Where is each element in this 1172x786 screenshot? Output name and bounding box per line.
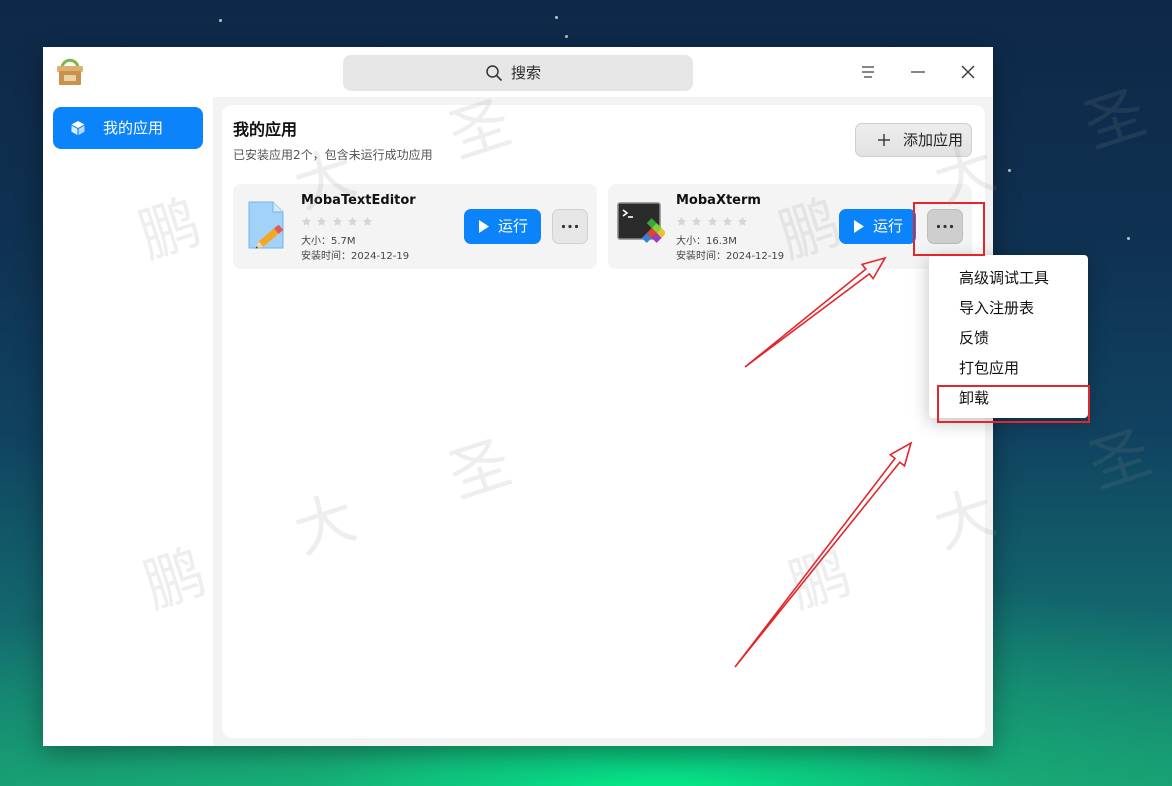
wallpaper-sparkle	[1127, 237, 1130, 240]
watermark-char: 圣	[1075, 77, 1155, 163]
page-subtitle: 已安装应用2个，包含未运行成功应用	[233, 148, 433, 162]
plus-icon	[878, 134, 890, 146]
close-icon	[961, 65, 975, 79]
app-size: 大小：16.3M	[676, 235, 737, 248]
star-icon	[362, 216, 373, 227]
package-box-icon	[57, 58, 83, 85]
add-app-button[interactable]: 添加应用	[855, 123, 972, 157]
install-time-value: 2024-12-19	[351, 251, 410, 262]
apps-panel: 我的应用 已安装应用2个，包含未运行成功应用 添加应用 MobaTextEdit…	[222, 105, 985, 738]
star-icon	[332, 216, 343, 227]
minimize-button[interactable]	[898, 52, 938, 92]
rating-stars	[676, 216, 752, 227]
search-placeholder: 搜索	[511, 64, 542, 82]
size-label: 大小：	[301, 236, 331, 247]
sidebar-item-my-apps[interactable]: 我的应用	[53, 107, 203, 149]
more-icon	[561, 224, 579, 229]
install-time-label: 安装时间：	[301, 251, 351, 262]
annotation-box-uninstall	[937, 385, 1090, 423]
star-icon	[691, 216, 702, 227]
wallpaper-sparkle	[219, 19, 222, 22]
search-box[interactable]: 搜索	[343, 55, 693, 91]
star-icon	[316, 216, 327, 227]
app-name: MobaTextEditor	[301, 193, 416, 208]
star-icon	[707, 216, 718, 227]
menu-item-feedback[interactable]: 反馈	[929, 323, 1088, 353]
size-label: 大小：	[676, 236, 706, 247]
more-button[interactable]	[552, 209, 588, 244]
run-label: 运行	[873, 217, 904, 235]
menu-icon	[862, 66, 874, 78]
search-icon	[486, 65, 503, 82]
sidebar: 我的应用	[43, 97, 213, 746]
star-icon	[737, 216, 748, 227]
install-time-label: 安装时间：	[676, 251, 726, 262]
run-button[interactable]: 运行	[464, 209, 541, 244]
menu-item-package-app[interactable]: 打包应用	[929, 353, 1088, 383]
wallpaper-sparkle	[555, 16, 558, 19]
sidebar-item-label: 我的应用	[103, 119, 164, 137]
run-button[interactable]: 运行	[839, 209, 916, 244]
rating-stars	[301, 216, 377, 227]
star-icon	[347, 216, 358, 227]
title-bar: 搜索	[43, 47, 993, 97]
main-content: 我的应用 已安装应用2个，包含未运行成功应用 添加应用 MobaTextEdit…	[213, 97, 993, 746]
terminal-icon	[617, 202, 665, 243]
app-card: MobaTextEditor 大小：5.7M 安装时间：2024-12-19 运…	[233, 184, 597, 269]
install-time-value: 2024-12-19	[726, 251, 785, 262]
star-icon	[676, 216, 687, 227]
minimize-icon	[911, 71, 925, 73]
watermark-char: 圣	[1080, 417, 1160, 503]
wallpaper-sparkle	[1008, 169, 1011, 172]
page-title: 我的应用	[233, 120, 298, 139]
play-icon	[479, 220, 489, 233]
menu-item-import-registry[interactable]: 导入注册表	[929, 293, 1088, 323]
play-icon	[854, 220, 864, 233]
app-install-time: 安装时间：2024-12-19	[676, 250, 784, 263]
menu-button[interactable]	[848, 52, 888, 92]
app-install-time: 安装时间：2024-12-19	[301, 250, 409, 263]
app-name: MobaXterm	[676, 193, 761, 208]
text-editor-icon	[248, 201, 284, 249]
close-button[interactable]	[948, 52, 988, 92]
menu-item-debug-tools[interactable]: 高级调试工具	[929, 263, 1088, 293]
add-app-label: 添加应用	[903, 131, 964, 149]
star-icon	[301, 216, 312, 227]
wallpaper-sparkle	[565, 35, 568, 38]
app-window: 搜索 我的应用 我的应用 已安装应用2个，包含未运行成功应用 添加应用 Moba…	[43, 47, 993, 746]
size-value: 16.3M	[706, 236, 737, 247]
run-label: 运行	[498, 217, 529, 235]
star-icon	[722, 216, 733, 227]
app-size: 大小：5.7M	[301, 235, 356, 248]
annotation-box-more-button	[913, 202, 985, 256]
size-value: 5.7M	[331, 236, 356, 247]
cube-icon	[71, 121, 85, 135]
